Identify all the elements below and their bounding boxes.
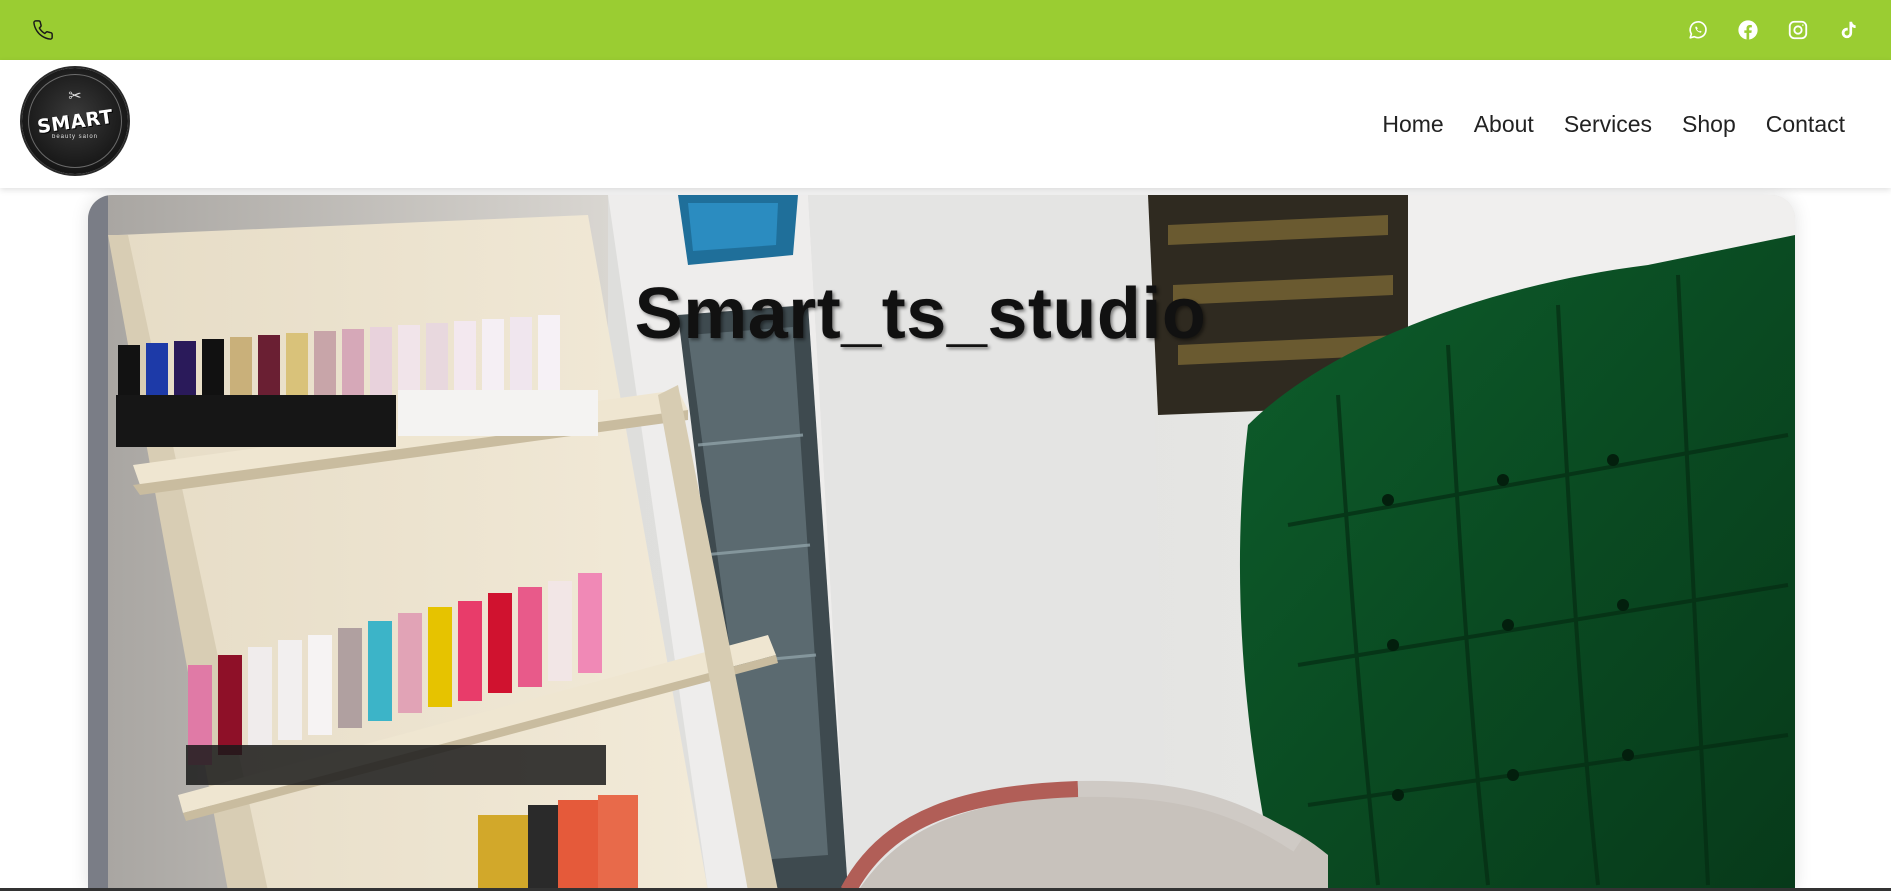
- hero-banner: Smart_ts_studio: [88, 195, 1795, 891]
- nav-services[interactable]: Services: [1564, 111, 1652, 138]
- nav-contact[interactable]: Contact: [1766, 111, 1845, 138]
- whatsapp-icon[interactable]: [1685, 17, 1711, 43]
- top-bar-left: [30, 17, 56, 43]
- instagram-icon[interactable]: [1785, 17, 1811, 43]
- site-logo[interactable]: ✂ SMART beauty salon: [22, 68, 128, 174]
- nav-about[interactable]: About: [1474, 111, 1534, 138]
- top-bar: [0, 0, 1891, 60]
- phone-icon[interactable]: [30, 17, 56, 43]
- nav-shop[interactable]: Shop: [1682, 111, 1736, 138]
- main-header: ✂ SMART beauty salon Home About Services…: [0, 60, 1891, 188]
- logo-subtext: beauty salon: [51, 133, 99, 140]
- facebook-icon[interactable]: [1735, 17, 1761, 43]
- main-nav: Home About Services Shop Contact: [1382, 60, 1845, 188]
- social-links: [1685, 17, 1861, 43]
- tiktok-icon[interactable]: [1835, 17, 1861, 43]
- scissors-icon: ✂: [68, 88, 82, 105]
- hero-title: Smart_ts_studio: [634, 274, 1207, 354]
- nav-home[interactable]: Home: [1382, 111, 1443, 138]
